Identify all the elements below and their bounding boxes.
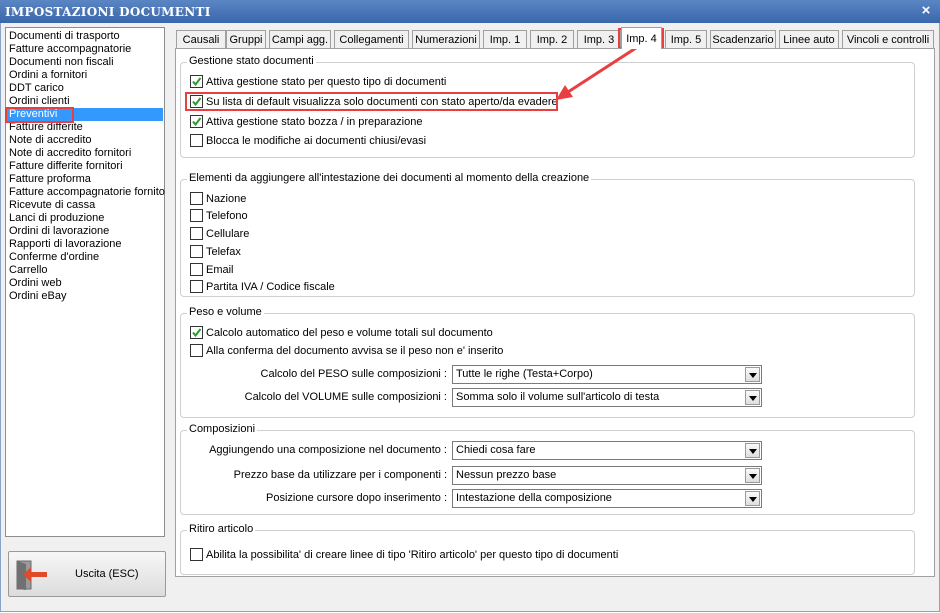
field-label: Aggiungendo una composizione nel documen… [209, 444, 447, 456]
list-item[interactable]: Ordini clienti [9, 95, 70, 108]
field-label: Prezzo base da utilizzare per i componen… [233, 469, 447, 481]
checkbox-label: Email [206, 264, 234, 276]
chevron-down-icon[interactable] [745, 367, 760, 382]
chevron-down-icon[interactable] [745, 491, 760, 506]
list-item[interactable]: Ordini di lavorazione [9, 225, 109, 238]
exit-button[interactable]: Uscita (ESC) [8, 551, 166, 597]
checkbox-checked[interactable] [190, 115, 203, 128]
list-item[interactable]: Ordini eBay [9, 290, 66, 303]
list-item[interactable]: Conferme d'ordine [9, 251, 99, 264]
checkbox-unchecked[interactable] [190, 209, 203, 222]
window-title: IMPOSTAZIONI DOCUMENTI [5, 5, 211, 19]
tab-imp-1[interactable]: Imp. 1 [483, 30, 527, 48]
list-item[interactable]: Fatture proforma [9, 173, 91, 186]
dropdown-value: Intestazione della composizione [456, 492, 612, 504]
checkbox-label: Telefono [206, 210, 248, 222]
tab-numerazioni[interactable]: Numerazioni [412, 30, 480, 48]
checkbox-unchecked[interactable] [190, 134, 203, 147]
exit-door-icon [16, 560, 47, 590]
checkbox-label: Su lista di default visualizza solo docu… [206, 96, 558, 108]
list-item[interactable]: Lanci di produzione [9, 212, 104, 225]
checkbox-checked[interactable] [190, 75, 203, 88]
group-title: Ritiro articolo [187, 523, 256, 535]
list-item[interactable]: DDT carico [9, 82, 64, 95]
list-item[interactable]: Fatture accompagnatorie fornito [9, 186, 165, 199]
checkbox-unchecked[interactable] [190, 192, 203, 205]
checkbox-label: Attiva gestione stato bozza / in prepara… [206, 116, 423, 128]
dropdown-select[interactable]: Chiedi cosa fare [452, 441, 762, 460]
checkbox-unchecked[interactable] [190, 548, 203, 561]
field-label: Posizione cursore dopo inserimento : [266, 492, 447, 504]
title-bar: IMPOSTAZIONI DOCUMENTI × [0, 0, 940, 23]
list-item[interactable]: Note di accredito [9, 134, 92, 147]
chevron-down-icon[interactable] [745, 390, 760, 405]
document-type-list[interactable]: Documenti di trasporto Fatture accompagna… [5, 27, 165, 537]
close-icon[interactable]: × [918, 3, 934, 19]
field-label: Calcolo del VOLUME sulle composizioni : [244, 391, 447, 403]
tab-gruppi[interactable]: Gruppi [226, 30, 266, 48]
list-item[interactable]: Ordini web [9, 277, 62, 290]
chevron-down-icon[interactable] [745, 443, 760, 458]
list-item[interactable]: Fatture differite [9, 121, 83, 134]
checkbox-unchecked[interactable] [190, 263, 203, 276]
checkbox-label: Cellulare [206, 228, 250, 240]
tab-linee-auto[interactable]: Linee auto [779, 30, 839, 48]
tab-campi-agg[interactable]: Campi agg. [269, 30, 331, 48]
checkbox-label: Calcolo automatico del peso e volume tot… [206, 327, 493, 339]
list-item[interactable]: Fatture accompagnatorie [9, 43, 131, 56]
tab-causali[interactable]: Causali [176, 30, 226, 48]
exit-button-label: Uscita (ESC) [75, 568, 139, 580]
list-item[interactable]: Fatture differite fornitori [9, 160, 123, 173]
checkbox-label: Blocca le modifiche ai documenti chiusi/… [206, 135, 427, 147]
list-item[interactable]: Rapporti di lavorazione [9, 238, 122, 251]
list-item[interactable]: Preventivi [7, 108, 163, 121]
dropdown-select[interactable]: Nessun prezzo base [452, 466, 762, 485]
checkbox-label: Abilita la possibilita' di creare linee … [206, 549, 619, 561]
dropdown-value: Chiedi cosa fare [456, 444, 536, 456]
list-item[interactable]: Documenti di trasporto [9, 30, 120, 43]
callout-arrow [556, 44, 640, 100]
checkbox-label: Attiva gestione stato per questo tipo di… [206, 76, 447, 88]
dropdown-select[interactable]: Intestazione della composizione [452, 489, 762, 508]
tab-imp-5[interactable]: Imp. 5 [665, 30, 707, 48]
dropdown-select[interactable]: Somma solo il volume sull'articolo di te… [452, 388, 762, 407]
list-item[interactable]: Note di accredito fornitori [9, 147, 131, 160]
dropdown-select[interactable]: Tutte le righe (Testa+Corpo) [452, 365, 762, 384]
dropdown-value: Somma solo il volume sull'articolo di te… [456, 391, 660, 403]
list-item[interactable]: Carrello [9, 264, 48, 277]
checkbox-unchecked[interactable] [190, 344, 203, 357]
tab-collegamenti[interactable]: Collegamenti [334, 30, 409, 48]
tab-vincoli-e-controlli[interactable]: Vincoli e controlli [842, 30, 934, 48]
checkbox-label: Alla conferma del documento avvisa se il… [206, 345, 504, 357]
checkbox-checked[interactable] [190, 326, 203, 339]
field-label: Calcolo del PESO sulle composizioni : [260, 368, 447, 380]
group-title: Gestione stato documenti [187, 55, 316, 67]
chevron-down-icon[interactable] [745, 468, 760, 483]
checkbox-checked[interactable] [190, 95, 203, 108]
checkbox-unchecked[interactable] [190, 245, 203, 258]
group-title: Composizioni [187, 423, 258, 435]
list-item[interactable]: Documenti non fiscali [9, 56, 114, 69]
checkbox-unchecked[interactable] [190, 280, 203, 293]
checkbox-label: Telefax [206, 246, 241, 258]
checkbox-unchecked[interactable] [190, 227, 203, 240]
dropdown-value: Nessun prezzo base [456, 469, 557, 481]
group-title: Peso e volume [187, 306, 264, 318]
list-item[interactable]: Ricevute di cassa [9, 199, 95, 212]
tab-scadenzario[interactable]: Scadenzario [710, 30, 776, 48]
group-title: Elementi da aggiungere all'intestazione … [187, 172, 592, 184]
dropdown-value: Tutte le righe (Testa+Corpo) [456, 368, 593, 380]
list-item[interactable]: Ordini a fornitori [9, 69, 87, 82]
checkbox-label: Nazione [206, 193, 247, 205]
tab-imp-4[interactable]: Imp. 4 [621, 27, 662, 49]
checkbox-label: Partita IVA / Codice fiscale [206, 281, 335, 293]
